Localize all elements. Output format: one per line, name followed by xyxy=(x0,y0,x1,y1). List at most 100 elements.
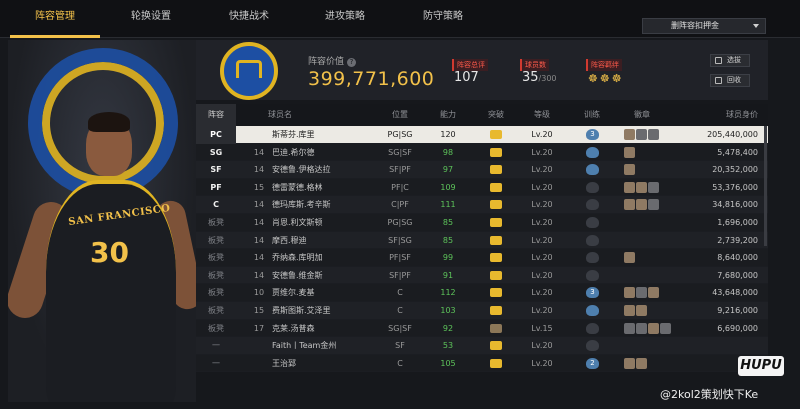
badge-icon[interactable] xyxy=(636,287,647,299)
badge-icon[interactable] xyxy=(648,181,659,193)
row-player-name[interactable]: 贾维尔.麦基 xyxy=(272,284,315,302)
training-icon[interactable] xyxy=(586,234,599,246)
table-row[interactable]: 板凳 17 克莱.汤普森 SG|SF 92 Lv.15 6,690,000 xyxy=(196,319,768,338)
row-player-name[interactable]: 安德鲁.维金斯 xyxy=(272,267,323,285)
training-icon[interactable] xyxy=(586,216,599,228)
row-ability: 85 xyxy=(442,235,454,245)
training-icon[interactable] xyxy=(586,304,599,316)
row-jersey-number: 17 xyxy=(253,323,265,333)
training-icon[interactable] xyxy=(586,322,599,334)
row-ability: 53 xyxy=(442,341,454,351)
tab-offense[interactable]: 进攻策略 xyxy=(300,0,390,38)
badge-icon[interactable] xyxy=(636,304,647,316)
table-header: 阵容 球员名 位置 能力 突破 等级 训练 徽章 球员身价 xyxy=(196,104,768,126)
badge-icon[interactable] xyxy=(624,287,635,299)
badge-icon[interactable] xyxy=(636,199,647,211)
table-row[interactable]: 板凳 15 费斯图斯.艾泽里 C 103 Lv.20 9,216,000 xyxy=(196,301,768,320)
col-level[interactable]: 等级 xyxy=(522,104,562,126)
badge-icon[interactable] xyxy=(624,164,635,176)
row-player-name[interactable]: 王治郅 xyxy=(272,355,296,373)
row-position: PF|SF xyxy=(389,253,411,263)
select-button[interactable]: 选拔 xyxy=(710,54,750,67)
badge-icon[interactable] xyxy=(624,146,635,158)
col-name[interactable]: 球员名 xyxy=(260,104,300,126)
row-player-name[interactable]: 斯蒂芬.库里 xyxy=(272,126,315,144)
table-row[interactable]: 板凳 14 摩西.穆迪 SF|SG 85 Lv.20 2,739,200 xyxy=(196,231,768,250)
col-slot[interactable]: 阵容 xyxy=(196,104,236,126)
crown-icon xyxy=(490,270,502,280)
table-row[interactable]: PF 15 德雷蒙德.格林 PF|C 109 Lv.20 53,376,000 xyxy=(196,178,768,197)
chevron-down-icon xyxy=(753,24,759,28)
badge-icon[interactable] xyxy=(624,357,635,369)
row-player-name[interactable]: 德雷蒙德.格林 xyxy=(272,179,323,197)
row-player-name[interactable]: 克莱.汤普森 xyxy=(272,320,315,338)
badge-icon[interactable] xyxy=(624,304,635,316)
badge-icon[interactable] xyxy=(648,129,659,140)
crown-icon xyxy=(490,358,502,368)
table-scrollbar[interactable] xyxy=(764,126,767,246)
tab-lineup[interactable]: 阵容管理 xyxy=(10,0,100,38)
col-badges[interactable]: 徽章 xyxy=(614,104,670,126)
row-player-name[interactable]: 费斯图斯.艾泽里 xyxy=(272,302,331,320)
recycle-icon xyxy=(715,77,722,84)
badge-icon[interactable] xyxy=(648,199,659,211)
table-row[interactable]: 板凳 14 肖恩.利文斯顿 PG|SG 85 Lv.20 1,696,000 xyxy=(196,213,768,232)
tab-quick-tactics[interactable]: 快捷战术 xyxy=(204,0,294,38)
badge-icon[interactable] xyxy=(648,287,659,299)
row-player-name[interactable]: 肖恩.利文斯顿 xyxy=(272,214,323,232)
row-ability: 112 xyxy=(440,288,456,298)
col-training[interactable]: 训练 xyxy=(574,104,610,126)
tab-defense[interactable]: 防守策略 xyxy=(398,0,488,38)
table-row[interactable]: SG 14 巴迪.希尔德 SG|SF 98 Lv.20 5,478,400 xyxy=(196,143,768,162)
row-player-name[interactable]: 安德鲁.伊格达拉 xyxy=(272,161,331,179)
tab-rotation[interactable]: 轮换设置 xyxy=(106,0,196,38)
training-icon[interactable] xyxy=(586,252,599,264)
row-player-name[interactable]: 乔纳森.库明加 xyxy=(272,249,323,267)
table-row[interactable]: PC 斯蒂芬.库里 PG|SG 120 Lv.20 3 205,440,000 xyxy=(196,126,768,144)
training-icon[interactable] xyxy=(586,340,599,352)
table-row[interactable]: C 14 德玛库斯.考辛斯 C|PF 111 Lv.20 34,816,000 xyxy=(196,196,768,214)
badge-icon[interactable] xyxy=(624,322,635,334)
col-position[interactable]: 位置 xyxy=(374,104,426,126)
table-row[interactable]: 一 Faith丨Team金州 SF 53 Lv.20 xyxy=(196,337,768,355)
row-player-name[interactable]: 巴迪.希尔德 xyxy=(272,144,315,162)
training-icon[interactable] xyxy=(586,181,599,193)
badge-icon[interactable] xyxy=(648,322,659,334)
training-icon[interactable] xyxy=(586,164,599,176)
help-icon[interactable]: ? xyxy=(347,58,357,67)
table-row[interactable]: 板凳 10 贾维尔.麦基 C 112 Lv.20 3 43,648,000 xyxy=(196,284,768,302)
row-salary: 34,816,000 xyxy=(712,200,758,210)
training-icon[interactable] xyxy=(586,269,599,281)
table-row[interactable]: 板凳 14 安德鲁.维金斯 SF|PF 91 Lv.20 7,680,000 xyxy=(196,266,768,285)
row-position: SF xyxy=(395,341,405,351)
row-salary: 1,696,000 xyxy=(717,217,758,227)
row-level: Lv.20 xyxy=(531,217,553,227)
recycle-button[interactable]: 回收 xyxy=(710,74,750,87)
badge-icon[interactable] xyxy=(624,181,635,193)
badge-icon[interactable] xyxy=(660,322,671,334)
training-icon[interactable]: 3 xyxy=(586,129,599,140)
training-icon[interactable]: 3 xyxy=(586,287,599,299)
lineup-action-dropdown[interactable]: 删阵容扣押金 xyxy=(642,18,766,34)
badge-icon[interactable] xyxy=(624,252,635,264)
badge-icon[interactable] xyxy=(636,129,647,140)
training-icon[interactable] xyxy=(586,146,599,158)
row-position: C xyxy=(397,288,403,298)
row-position: C|PF xyxy=(391,200,409,210)
col-ability[interactable]: 能力 xyxy=(428,104,468,126)
training-icon[interactable]: 2 xyxy=(586,357,599,369)
badge-icon[interactable] xyxy=(636,181,647,193)
table-row[interactable]: 一 王治郅 C 105 Lv.20 2 xyxy=(196,354,768,373)
table-row[interactable]: SF 14 安德鲁.伊格达拉 SF|PF 97 Lv.20 20,352,000 xyxy=(196,161,768,179)
row-player-name[interactable]: 摩西.穆迪 xyxy=(272,232,307,250)
training-icon[interactable] xyxy=(586,199,599,211)
col-breakthrough[interactable]: 突破 xyxy=(476,104,516,126)
badge-icon[interactable] xyxy=(636,357,647,369)
table-row[interactable]: 板凳 14 乔纳森.库明加 PF|SF 99 Lv.20 8,640,000 xyxy=(196,249,768,267)
badge-icon[interactable] xyxy=(636,322,647,334)
badge-icon[interactable] xyxy=(624,129,635,140)
badge-icon[interactable] xyxy=(624,199,635,211)
row-player-name[interactable]: Faith丨Team金州 xyxy=(272,337,336,355)
col-salary[interactable]: 球员身价 xyxy=(682,104,758,126)
row-player-name[interactable]: 德玛库斯.考辛斯 xyxy=(272,196,331,214)
